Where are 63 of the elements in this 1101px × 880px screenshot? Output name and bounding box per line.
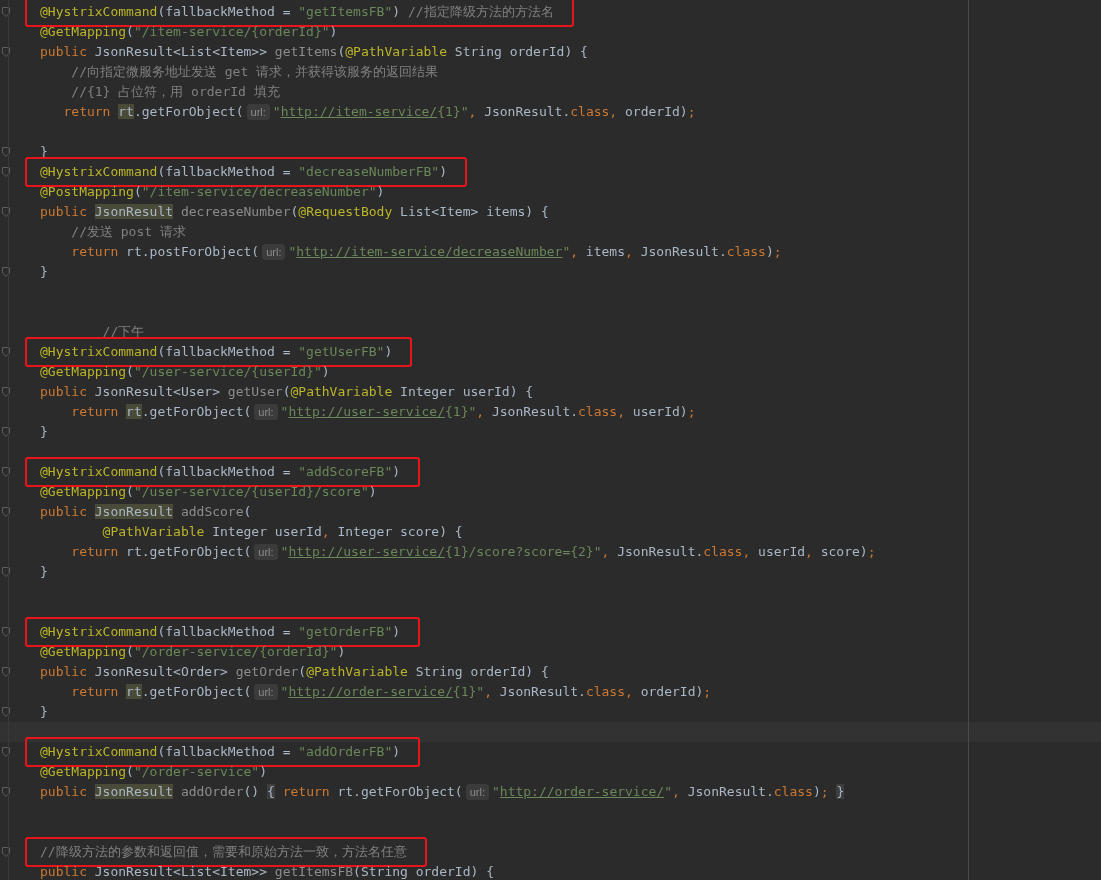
code-text: //向指定微服务地址发送 get 请求，并获得该服务的返回结果 — [70, 63, 439, 82]
code-text: return rt.getForObject( — [70, 683, 252, 702]
parameter-hint: url: — [254, 404, 278, 420]
code-text: "http://item-service/decreaseNumber", items, JsonResult.class); — [288, 243, 782, 262]
code-text: @GetMapping("/user-service/{userId}/score") — [40, 483, 377, 502]
code-text: public JsonResult<User> getUser(@PathVariable Integer userId) { — [40, 383, 534, 402]
code-text: "http://user-service/{1}", JsonResult.class, userId); — [280, 403, 696, 422]
fold-marker-icon[interactable] — [2, 147, 10, 157]
code-text: public JsonResult<List<Item>> getItems(@PathVariable String orderId) { — [40, 43, 588, 62]
parameter-hint: url: — [254, 544, 278, 560]
code-text: @HystrixCommand(fallbackMethod = "getUserFB") — [40, 343, 393, 362]
fold-marker-icon[interactable] — [2, 427, 10, 437]
code-text: public JsonResult addOrder() { return rt.getForObject( — [40, 783, 463, 802]
code-text: } — [40, 263, 48, 282]
code-text: public JsonResult decreaseNumber(@RequestBody List<Item> items) { — [40, 203, 549, 222]
fold-marker-icon[interactable] — [2, 627, 10, 637]
code-text: @PathVariable Integer userId, Integer score) { — [101, 523, 463, 542]
parameter-hint: url: — [246, 104, 270, 120]
code-text: @GetMapping("/order-service") — [40, 763, 267, 782]
code-text: public JsonResult<Order> getOrder(@PathVariable String orderId) { — [40, 663, 549, 682]
fold-marker-icon[interactable] — [2, 707, 10, 717]
code-text: return rt.postForObject( — [70, 243, 260, 262]
code-text: @PostMapping("/item-service/decreaseNumber") — [40, 183, 385, 202]
code-text: //发送 post 请求 — [70, 223, 186, 242]
code-text: "http://item-service/{1}", JsonResult.class, orderId); — [272, 103, 696, 122]
code-text: return rt.getForObject( — [70, 543, 252, 562]
code-text: public JsonResult<List<Item>> getItemsFB(String orderId) { — [40, 863, 494, 880]
code-text: } — [40, 563, 48, 582]
fold-marker-icon[interactable] — [2, 347, 10, 357]
code-text: "http://order-service/{1}", JsonResult.class, orderId); — [280, 683, 712, 702]
code-text: return rt.getForObject( — [70, 403, 252, 422]
parameter-hint: url: — [254, 684, 278, 700]
fold-marker-icon[interactable] — [2, 167, 10, 177]
fold-marker-icon[interactable] — [2, 567, 10, 577]
parameter-hint: url: — [262, 244, 286, 260]
fold-marker-icon[interactable] — [2, 387, 10, 397]
fold-marker-icon[interactable] — [2, 267, 10, 277]
fold-marker-icon[interactable] — [2, 467, 10, 477]
code-text: "http://order-service/", JsonResult.class); } — [492, 783, 845, 802]
fold-marker-icon[interactable] — [2, 207, 10, 217]
fold-marker-icon[interactable] — [2, 747, 10, 757]
code-text: @GetMapping("/user-service/{userId}") — [40, 363, 330, 382]
parameter-hint: url: — [465, 784, 489, 800]
fold-marker-icon[interactable] — [2, 847, 10, 857]
code-text: @HystrixCommand(fallbackMethod = "addOrderFB") — [40, 743, 401, 762]
fold-marker-icon[interactable] — [2, 47, 10, 57]
fold-marker-icon[interactable] — [2, 787, 10, 797]
code-text: //下午 — [101, 323, 145, 342]
fold-marker-icon[interactable] — [2, 667, 10, 677]
code-text: @HystrixCommand(fallbackMethod = "addScoreFB") — [40, 463, 401, 482]
code-text: } — [40, 423, 48, 442]
code-text: @HystrixCommand(fallbackMethod = "getOrderFB") — [40, 623, 401, 642]
fold-marker-icon[interactable] — [2, 7, 10, 17]
code-text: //{1} 占位符，用 orderId 填充 — [70, 83, 280, 102]
code-text: @GetMapping("/order-service/{orderId}") — [40, 643, 346, 662]
code-text: @HystrixCommand(fallbackMethod = "decreaseNumberFB") — [40, 163, 447, 182]
code-text: @GetMapping("/item-service/{orderId}") — [40, 23, 338, 42]
code-text: @HystrixCommand(fallbackMethod = "getItemsFB") //指定降级方法的方法名 — [40, 3, 554, 22]
code-text: } — [40, 703, 48, 722]
code-text: "http://user-service/{1}/score?score={2}", JsonResult.class, userId, score); — [280, 543, 876, 562]
code-text: return rt.getForObject( — [62, 103, 244, 122]
fold-marker-icon[interactable] — [2, 507, 10, 517]
code-text: public JsonResult addScore( — [40, 503, 252, 522]
